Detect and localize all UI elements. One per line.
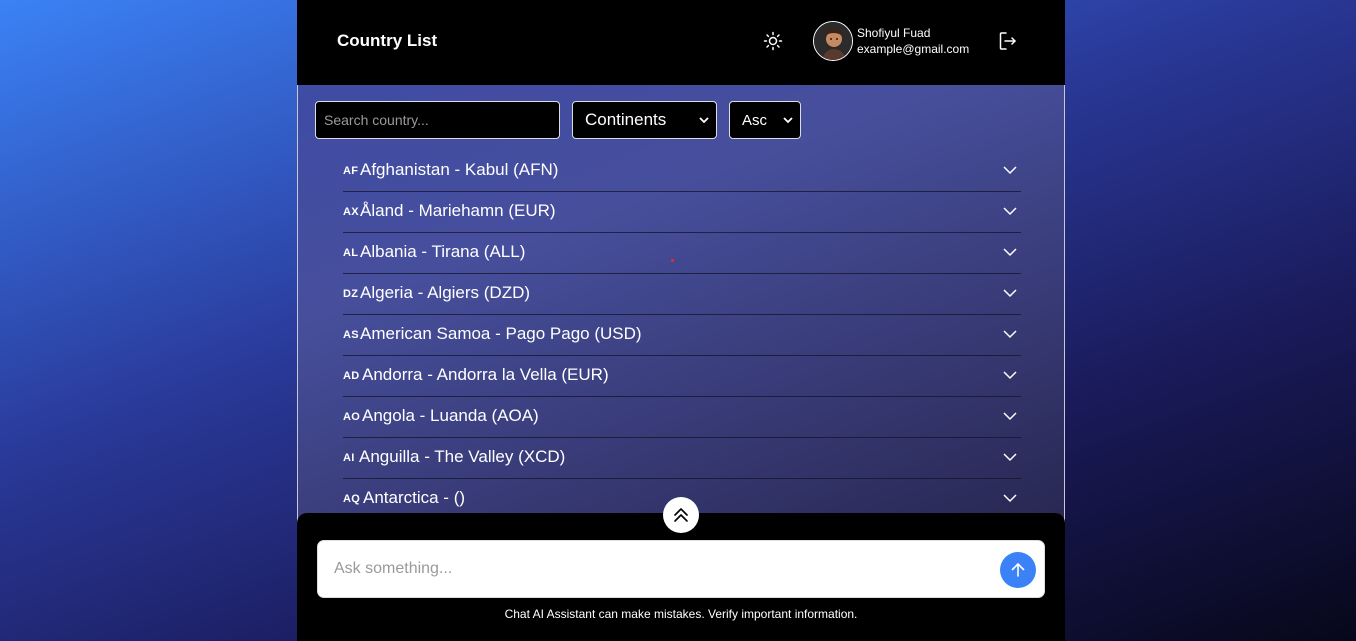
country-label: Andorra - Andorra la Vella (EUR): [362, 365, 609, 384]
chevron-down-icon[interactable]: [1003, 165, 1017, 175]
chevron-down-icon: [699, 117, 709, 124]
user-email: example@gmail.com: [857, 42, 970, 56]
chevron-down-icon[interactable]: [1003, 247, 1017, 257]
avatar[interactable]: [813, 21, 853, 61]
country-label: Afghanistan - Kabul (AFN): [360, 160, 559, 179]
country-row[interactable]: AX Åland - Mariehamn (EUR): [343, 192, 1021, 233]
chat-input[interactable]: [334, 541, 994, 597]
country-row[interactable]: AL Albania - Tirana (ALL): [343, 233, 1021, 274]
chevron-down-icon[interactable]: [1003, 452, 1017, 462]
country-row[interactable]: AS American Samoa - Pago Pago (USD): [343, 315, 1021, 356]
page-title: Country List: [337, 31, 438, 50]
arrow-up-icon: [1011, 563, 1025, 577]
country-row[interactable]: AF Afghanistan - Kabul (AFN): [343, 151, 1021, 192]
country-label: Albania - Tirana (ALL): [360, 242, 526, 261]
app-header: Country List Shofiyul Fuad example@gmail…: [297, 0, 1065, 85]
chevron-down-icon[interactable]: [1003, 370, 1017, 380]
continent-select-value: Continents: [585, 110, 667, 129]
country-label: Angola - Luanda (AOA): [362, 406, 539, 425]
country-code: AD: [343, 370, 360, 382]
country-code: AI: [343, 452, 355, 464]
country-list: AF Afghanistan - Kabul (AFN) AX Åland - …: [343, 151, 1021, 520]
user-name: Shofiyul Fuad: [857, 26, 931, 40]
chat-disclaimer: Chat AI Assistant can make mistakes. Ver…: [504, 607, 858, 621]
country-code: AO: [343, 411, 361, 423]
country-label: Åland - Mariehamn (EUR): [360, 201, 556, 220]
chevron-down-icon[interactable]: [1003, 493, 1017, 503]
country-code: AS: [343, 329, 359, 341]
chevron-down-icon[interactable]: [1003, 411, 1017, 421]
country-code: AF: [343, 165, 359, 177]
country-label: Antarctica - (): [363, 488, 466, 507]
scroll-to-top-button[interactable]: [663, 497, 699, 533]
chevron-down-icon[interactable]: [1003, 329, 1017, 339]
double-chevron-up-icon: [674, 508, 688, 522]
country-code: AL: [343, 247, 359, 259]
country-list-app: Country List Shofiyul Fuad example@gmail…: [297, 0, 1065, 641]
send-button[interactable]: [1000, 552, 1036, 588]
chat-input-box: [317, 540, 1045, 598]
sort-order-select[interactable]: Asc: [729, 101, 801, 139]
continent-select[interactable]: Continents: [572, 101, 717, 139]
chevron-down-icon[interactable]: [1003, 206, 1017, 216]
country-row[interactable]: AI Anguilla - The Valley (XCD): [343, 438, 1021, 479]
sun-icon[interactable]: [763, 31, 783, 51]
logout-icon[interactable]: [997, 30, 1019, 52]
sort-order-value: Asc: [742, 111, 768, 129]
country-label: Algeria - Algiers (DZD): [360, 283, 531, 302]
chevron-down-icon: [783, 117, 793, 124]
cursor-dot: [671, 259, 674, 262]
search-input[interactable]: [315, 101, 560, 139]
country-row[interactable]: AD Andorra - Andorra la Vella (EUR): [343, 356, 1021, 397]
country-code: AQ: [343, 493, 361, 505]
country-code: AX: [343, 206, 359, 218]
country-row[interactable]: DZ Algeria - Algiers (DZD): [343, 274, 1021, 315]
country-label: American Samoa - Pago Pago (USD): [360, 324, 642, 343]
chevron-down-icon[interactable]: [1003, 288, 1017, 298]
country-row[interactable]: AO Angola - Luanda (AOA): [343, 397, 1021, 438]
country-code: DZ: [343, 288, 359, 300]
country-label: Anguilla - The Valley (XCD): [359, 447, 566, 466]
